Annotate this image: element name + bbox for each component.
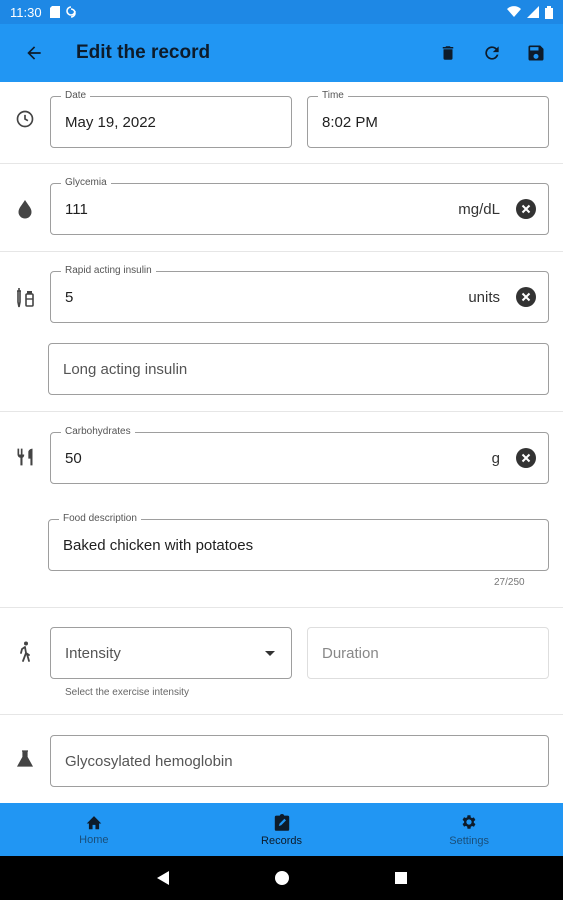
- nav-settings-label: Settings: [449, 834, 490, 847]
- system-recents-icon[interactable]: [394, 871, 408, 885]
- food-description-value: Baked chicken with potatoes: [63, 537, 254, 554]
- sd-card-icon: [49, 6, 60, 18]
- sync-status-icon: [65, 6, 76, 18]
- duration-field[interactable]: Duration: [307, 627, 549, 679]
- wifi-icon: [507, 6, 521, 18]
- glycosylated-hemoglobin-placeholder: Glycosylated hemoglobin: [65, 753, 233, 770]
- clear-carbohydrates-button[interactable]: [516, 448, 536, 468]
- page-title: Edit the record: [76, 42, 211, 63]
- nav-records[interactable]: Records: [188, 803, 376, 856]
- home-icon: [86, 815, 102, 829]
- food-description-label: Food description: [59, 513, 141, 524]
- system-back-icon[interactable]: [156, 870, 170, 886]
- arrow-back-icon: [27, 46, 41, 60]
- glycemia-value: 111: [65, 201, 88, 218]
- close-icon: [521, 453, 531, 463]
- floppy-disk-icon: [528, 45, 544, 61]
- system-home-icon[interactable]: [274, 870, 290, 886]
- fork-knife-icon: [14, 446, 36, 468]
- clear-rapid-insulin-button[interactable]: [516, 287, 536, 307]
- clear-glycemia-button[interactable]: [516, 199, 536, 219]
- nav-settings[interactable]: Settings: [375, 803, 563, 856]
- nav-home[interactable]: Home: [0, 803, 188, 856]
- blood-drop-icon: [14, 198, 36, 220]
- back-button[interactable]: [14, 33, 54, 73]
- refresh-icon: [485, 46, 499, 60]
- long-insulin-placeholder: Long acting insulin: [63, 361, 188, 378]
- carbohydrates-value: 50: [65, 450, 82, 467]
- time-label: Time: [318, 90, 348, 101]
- glycosylated-hemoglobin-field[interactable]: Glycosylated hemoglobin: [50, 735, 549, 787]
- status-bar: 11:30: [0, 0, 563, 24]
- clock-icon: [14, 108, 36, 130]
- food-description-field[interactable]: Food description Baked chicken with pota…: [48, 513, 549, 571]
- carbohydrates-unit: g: [491, 450, 500, 467]
- rapid-insulin-label: Rapid acting insulin: [61, 265, 156, 276]
- clipboard-edit-icon: [274, 813, 289, 831]
- time-field[interactable]: Time 8:02 PM: [307, 90, 549, 148]
- delete-button[interactable]: [431, 36, 465, 70]
- date-label: Date: [61, 90, 91, 101]
- close-icon: [521, 292, 531, 302]
- hba1c-section: Glycosylated hemoglobin: [0, 715, 563, 803]
- save-button[interactable]: [519, 36, 553, 70]
- rapid-insulin-value: 5: [65, 289, 74, 306]
- intensity-helper-text: Select the exercise intensity: [65, 687, 189, 698]
- nav-records-label: Records: [261, 834, 302, 847]
- syringe-vial-icon: [14, 287, 36, 309]
- duration-placeholder: Duration: [322, 645, 379, 662]
- reset-button[interactable]: [475, 36, 509, 70]
- close-icon: [521, 204, 531, 214]
- intensity-placeholder: Intensity: [65, 645, 121, 662]
- flask-icon: [14, 748, 36, 770]
- food-description-counter: 27/250: [494, 577, 525, 588]
- record-form: Date May 19, 2022 Time 8:02 PM Glycemia …: [0, 82, 563, 803]
- date-value: May 19, 2022: [65, 114, 156, 131]
- carbohydrates-label: Carbohydrates: [61, 426, 135, 437]
- battery-icon: [545, 5, 553, 19]
- nav-home-label: Home: [79, 833, 109, 846]
- long-insulin-field[interactable]: Long acting insulin: [48, 343, 549, 395]
- exercise-section: Intensity Select the exercise intensity …: [0, 608, 563, 715]
- signal-icon: [527, 6, 539, 18]
- food-section: Carbohydrates 50 g Food description Bake…: [0, 412, 563, 608]
- rapid-insulin-field[interactable]: Rapid acting insulin 5 units: [50, 265, 549, 323]
- insulin-section: Rapid acting insulin 5 units Long acting…: [0, 252, 563, 412]
- app-bar: Edit the record: [0, 24, 563, 82]
- system-navigation-bar: [0, 856, 563, 900]
- gear-icon: [462, 814, 476, 829]
- glycemia-unit: mg/dL: [458, 201, 500, 218]
- rapid-insulin-unit: units: [468, 289, 500, 306]
- glycemia-label: Glycemia: [61, 177, 111, 188]
- date-field[interactable]: Date May 19, 2022: [50, 90, 292, 148]
- intensity-dropdown[interactable]: Intensity: [50, 627, 292, 679]
- time-value: 8:02 PM: [322, 114, 378, 131]
- datetime-section: Date May 19, 2022 Time 8:02 PM: [0, 82, 563, 164]
- walking-person-icon: [14, 641, 36, 663]
- trash-icon: [442, 46, 454, 60]
- dropdown-arrow-icon: [265, 651, 275, 656]
- glycemia-field[interactable]: Glycemia 111 mg/dL: [50, 177, 549, 235]
- bottom-navigation: Home Records Settings: [0, 803, 563, 856]
- status-time: 11:30: [10, 4, 42, 20]
- carbohydrates-field[interactable]: Carbohydrates 50 g: [50, 426, 549, 484]
- glycemia-section: Glycemia 111 mg/dL: [0, 164, 563, 252]
